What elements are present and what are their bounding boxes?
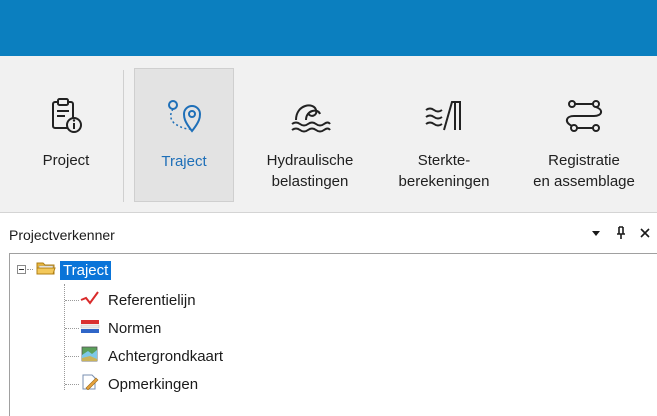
clipboard-info-icon (36, 76, 96, 136)
ribbon-project-button[interactable]: Project (20, 68, 112, 202)
tree-node-achtergrondkaart-label: Achtergrondkaart (108, 347, 224, 365)
tree-node-referentielijn[interactable]: Referentielijn (80, 288, 199, 312)
tree-connector (65, 328, 79, 329)
dike-wall-icon (414, 76, 474, 136)
ribbon: Project Traject Hydraulische belastingen (0, 56, 657, 213)
tree-connector (65, 384, 79, 385)
flow-links-icon (554, 76, 614, 136)
tree-node-normen[interactable]: Normen (80, 316, 164, 340)
ribbon-traject-button[interactable]: Traject (134, 68, 234, 202)
ribbon-hydraulische-belastingen-button[interactable]: Hydraulische belastingen (247, 68, 373, 202)
ribbon-sterkte-berekeningen-button[interactable]: Sterkte- berekeningen (381, 68, 507, 202)
ribbon-hydraulische-belastingen-label: Hydraulische belastingen (266, 152, 354, 190)
panel-close-icon[interactable] (638, 226, 652, 242)
ribbon-project-label: Project (42, 152, 90, 169)
project-tree[interactable]: Traject Referentielijn Normen Achtergron… (9, 253, 657, 416)
tree-connector (65, 300, 79, 301)
project-explorer-header: Projectverkenner (0, 223, 657, 249)
ribbon-registratie-assemblage-button[interactable]: Registratie en assemblage (516, 68, 652, 202)
norms-icon (80, 318, 100, 339)
panel-dropdown-icon[interactable] (589, 226, 603, 242)
panel-pin-icon[interactable] (614, 226, 628, 243)
tree-node-traject[interactable]: Traject (36, 258, 112, 282)
tree-node-traject-label: Traject (60, 260, 112, 280)
folder-icon (36, 260, 56, 281)
tree-node-normen-label: Normen (108, 319, 162, 337)
tree-node-achtergrondkaart[interactable]: Achtergrondkaart (80, 344, 226, 368)
project-explorer-title: Projectverkenner (9, 227, 115, 243)
tree-node-referentielijn-label: Referentielijn (108, 291, 196, 309)
tree-collapse-toggle[interactable] (17, 265, 26, 274)
tree-node-opmerkingen[interactable]: Opmerkingen (80, 372, 201, 396)
waves-icon (280, 76, 340, 136)
ribbon-sterkte-berekeningen-label: Sterkte- berekeningen (398, 152, 490, 190)
title-bar (0, 0, 657, 56)
note-icon (80, 374, 100, 395)
tree-connector (65, 356, 79, 357)
tree-node-opmerkingen-label: Opmerkingen (108, 375, 199, 393)
route-pin-icon (154, 77, 214, 137)
ribbon-separator (123, 70, 124, 202)
ribbon-traject-label: Traject (161, 153, 207, 170)
map-icon (80, 346, 100, 367)
reference-line-icon (80, 290, 100, 311)
ribbon-registratie-assemblage-label: Registratie en assemblage (533, 152, 635, 190)
tree-connector (27, 269, 33, 270)
